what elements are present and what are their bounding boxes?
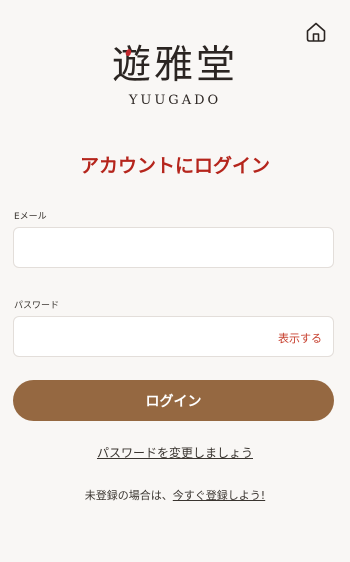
logo-roman-text: YUUGADO	[128, 93, 222, 108]
logo-accent-dot	[124, 48, 133, 57]
login-button[interactable]: ログイン	[13, 380, 334, 421]
change-password-link[interactable]: パスワードを変更しましょう	[97, 446, 253, 460]
email-field[interactable]	[13, 227, 334, 268]
show-password-toggle[interactable]: 表示する	[278, 330, 322, 346]
email-label: Eメール	[14, 212, 47, 222]
change-password-row: パスワードを変更しましょう	[0, 444, 350, 461]
signup-prefix: 未登録の場合は、	[84, 489, 173, 502]
signup-link[interactable]: 今すぐ登録しよう!	[173, 489, 265, 502]
page-title: アカウントにログイン	[79, 155, 270, 177]
password-label: パスワード	[14, 301, 60, 311]
brand-logo: 遊雅堂 YUUGADO	[0, 40, 350, 108]
signup-row: 未登録の場合は、今すぐ登録しよう!	[0, 487, 350, 503]
logo-kanji: 遊雅堂	[111, 43, 238, 88]
